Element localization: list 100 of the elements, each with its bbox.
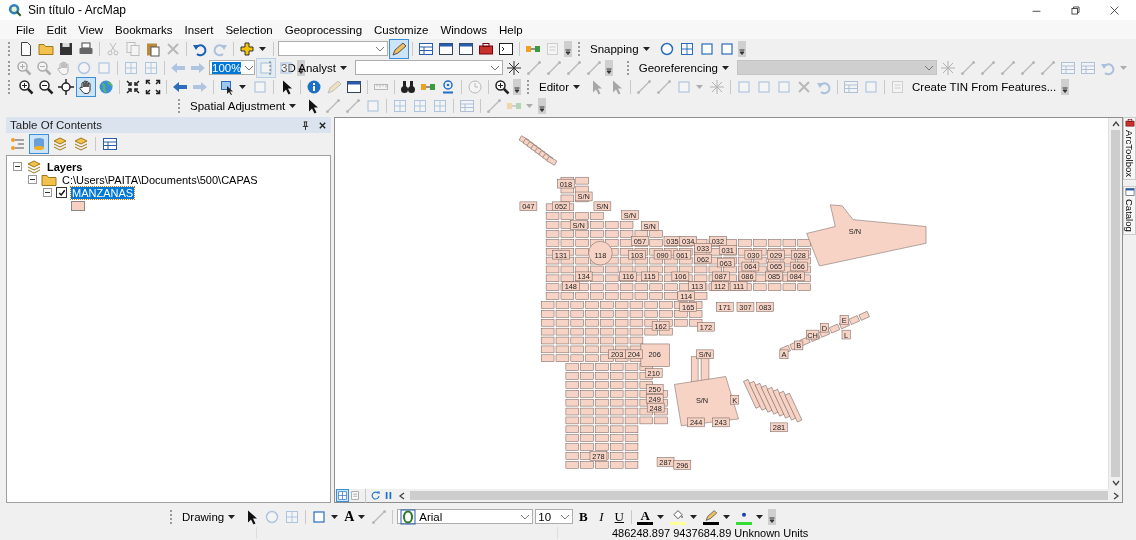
caret-icon[interactable]	[756, 514, 764, 519]
close-icon[interactable]	[318, 120, 327, 130]
caret-icon[interactable]	[358, 514, 366, 519]
menu-item[interactable]: Edit	[40, 23, 73, 36]
color-button[interactable]: A	[636, 507, 655, 526]
chevron-down-icon[interactable]	[490, 64, 500, 71]
zoom-out-icon[interactable]	[37, 77, 55, 96]
text-tool-button[interactable]: A	[343, 508, 356, 525]
combo-box[interactable]: 10	[535, 509, 574, 524]
menu-item[interactable]: Customize	[368, 23, 435, 36]
list-tree-icon[interactable]	[9, 135, 27, 153]
menu-item[interactable]: Selection	[219, 23, 279, 36]
caret-icon[interactable]	[690, 514, 698, 519]
zoom-in-icon[interactable]	[17, 77, 35, 96]
combo-box[interactable]: 100%	[209, 60, 255, 75]
toolbar-options-icon[interactable]	[737, 40, 746, 57]
collapse-icon[interactable]	[43, 188, 52, 197]
chevron-down-icon[interactable]	[244, 64, 255, 71]
sparkle-icon[interactable]	[505, 58, 523, 77]
toolbar-options-icon[interactable]	[564, 40, 572, 57]
toolbar-options-icon[interactable]	[538, 97, 547, 114]
bucket-icon	[671, 508, 686, 522]
side-tab[interactable]: Catalog	[1123, 186, 1136, 235]
table-icon[interactable]	[101, 135, 119, 153]
font-field[interactable]: Arial	[397, 509, 534, 524]
caret-icon[interactable]	[573, 84, 581, 89]
chevron-down-icon[interactable]	[560, 513, 571, 520]
grid-icon[interactable]	[337, 490, 348, 501]
crosshair-icon[interactable]	[57, 77, 75, 96]
color-button[interactable]	[702, 507, 721, 526]
layers-icon[interactable]	[72, 135, 90, 153]
layer-name[interactable]: MANZANAS	[71, 186, 135, 199]
scroll-left-icon[interactable]	[398, 491, 406, 500]
caret-icon[interactable]	[642, 46, 650, 51]
scroll-up-icon[interactable]	[1111, 120, 1120, 128]
toolbar-menu[interactable]: Spatial Adjustment	[187, 99, 303, 112]
toolbar-button[interactable]: Create TIN From Features...	[909, 80, 1060, 93]
chevron-down-icon[interactable]	[520, 513, 531, 520]
toolbar-menu[interactable]: 3D Analyst	[278, 61, 353, 74]
menu-item[interactable]: File	[10, 23, 41, 36]
app-logo-icon	[8, 3, 22, 17]
side-tab[interactable]: ArcToolbox	[1123, 117, 1136, 180]
toolbar-menu[interactable]: Snapping	[587, 42, 656, 55]
layers-icon[interactable]	[51, 135, 69, 153]
scroll-thumb[interactable]	[1111, 130, 1120, 477]
caret-icon[interactable]	[722, 65, 729, 70]
pause-icon[interactable]	[383, 490, 394, 501]
toolbar-menu[interactable]: Editor	[536, 80, 587, 93]
caret-icon[interactable]	[289, 103, 297, 108]
pin-icon[interactable]	[301, 120, 310, 130]
font-icon	[400, 508, 417, 525]
collapse-icon[interactable]	[28, 175, 37, 184]
scroll-down-icon[interactable]	[1111, 479, 1120, 487]
layer-checkbox[interactable]	[56, 187, 67, 198]
color-button[interactable]	[669, 507, 688, 526]
hand-icon[interactable]	[77, 77, 95, 96]
plus-icon[interactable]	[238, 39, 256, 58]
zoom-in-icon[interactable]	[493, 77, 511, 96]
caret-icon[interactable]	[723, 514, 731, 519]
toolbar-menu[interactable]: Georeferencing	[635, 61, 735, 74]
caret-icon[interactable]	[657, 514, 665, 519]
toolbar-options-icon[interactable]	[605, 59, 613, 76]
refresh-icon[interactable]	[370, 490, 381, 501]
toolbar-options-icon[interactable]	[1061, 78, 1070, 95]
menu-item[interactable]: Geoprocessing	[278, 23, 369, 36]
text-format-button[interactable]: U	[611, 508, 628, 525]
menu-item[interactable]: Insert	[178, 23, 220, 36]
scroll-thumb[interactable]	[410, 491, 1108, 500]
window-icon	[1124, 187, 1135, 197]
menu-item[interactable]: View	[72, 23, 110, 36]
expand-icon[interactable]	[144, 77, 162, 96]
note-icon[interactable]	[350, 490, 361, 501]
chevron-down-icon[interactable]	[375, 45, 385, 52]
window-title: Sin título - ArcMap	[28, 3, 127, 17]
caret-icon[interactable]	[259, 46, 266, 51]
layer-name[interactable]: Layers	[46, 160, 84, 173]
menu-item[interactable]: Windows	[434, 23, 494, 36]
caret-icon[interactable]	[331, 514, 339, 519]
toolbar-options-icon[interactable]	[768, 508, 777, 525]
layers-icon	[26, 158, 42, 175]
caret-icon[interactable]	[228, 514, 236, 519]
pencil-icon	[704, 508, 719, 522]
collapse-icon[interactable]	[13, 162, 22, 171]
toolbar-options-icon[interactable]	[513, 78, 521, 95]
restore-icon[interactable]	[1070, 4, 1081, 16]
caret-icon[interactable]	[340, 65, 347, 70]
text-format-button[interactable]: B	[575, 508, 592, 525]
toolbar-menu[interactable]: Drawing	[179, 510, 242, 523]
menu-item[interactable]: Help	[493, 23, 529, 36]
database-icon[interactable]	[30, 135, 48, 153]
menu-item[interactable]: Bookmarks	[109, 23, 179, 36]
panel-title: Table Of Contents	[10, 119, 103, 131]
close-icon[interactable]	[1109, 4, 1120, 16]
layer-name[interactable]: C:\Users\PAITA\Documents\500\CAPAS	[61, 173, 259, 186]
caret-icon[interactable]	[239, 84, 246, 89]
coordinates-readout: 486248.897 9437684.89 Unknown Units	[612, 527, 809, 539]
pencil-icon[interactable]	[390, 39, 408, 58]
scroll-right-icon[interactable]	[1112, 491, 1120, 500]
text-format-button[interactable]: I	[593, 508, 610, 525]
shrink-icon[interactable]	[124, 77, 142, 96]
